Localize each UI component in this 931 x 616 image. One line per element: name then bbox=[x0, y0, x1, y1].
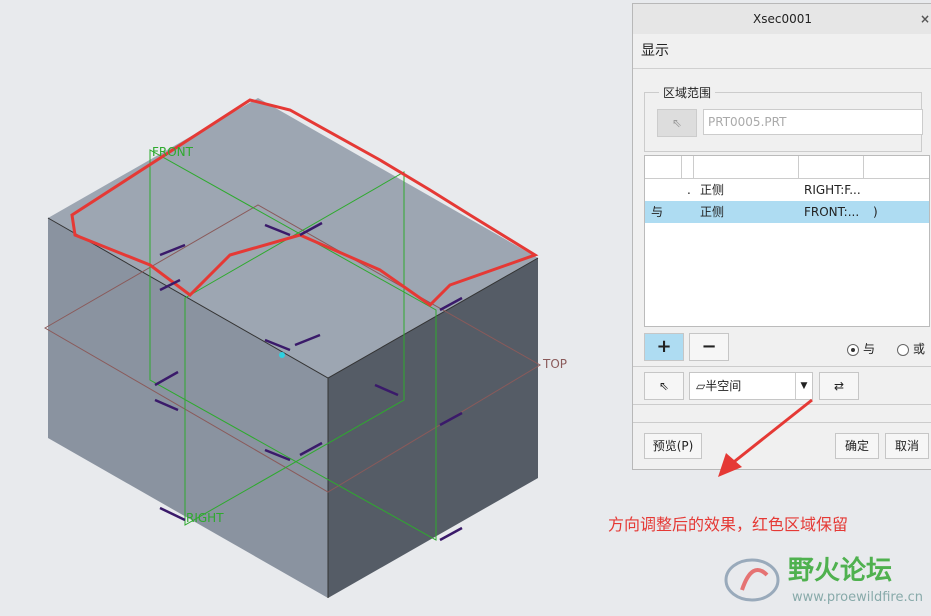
3d-viewport[interactable]: FRONT RIGHT TOP bbox=[0, 0, 632, 616]
radio-and-dot bbox=[847, 343, 859, 356]
cancel-button[interactable]: 取消 bbox=[885, 433, 929, 459]
top-label: TOP bbox=[542, 357, 567, 371]
watermark: 野火论坛 www.proewildfire.cn bbox=[722, 550, 923, 614]
watermark-name: 野火论坛 bbox=[788, 556, 893, 586]
watermark-logo-icon bbox=[724, 558, 780, 602]
remove-button[interactable]: − bbox=[689, 333, 729, 361]
watermark-url: www.proewildfire.cn bbox=[792, 590, 923, 605]
front-label: FRONT bbox=[152, 145, 194, 159]
row-op: 与 bbox=[651, 205, 664, 219]
ok-button[interactable]: 确定 bbox=[835, 433, 879, 459]
group-label: 区域范围 bbox=[659, 84, 716, 101]
constraint-table: . 正侧 RIGHT:F... 与 正侧 FRONT:...) bbox=[644, 155, 930, 327]
select-cursor-button[interactable]: ⇖ bbox=[657, 109, 697, 137]
half-space-icon: ▱ bbox=[696, 379, 706, 393]
row-side: 正侧 bbox=[700, 205, 725, 219]
right-label: RIGHT bbox=[186, 511, 224, 525]
radio-and-label: 与 bbox=[863, 342, 876, 356]
dialog-title: Xsec0001 bbox=[633, 4, 931, 34]
row-side: 正侧 bbox=[700, 183, 725, 197]
radio-or-dot bbox=[897, 343, 909, 356]
radio-or[interactable]: 或 bbox=[897, 340, 925, 357]
radio-or-label: 或 bbox=[913, 342, 926, 356]
row-ref: FRONT:... bbox=[804, 205, 860, 219]
row-extra: ) bbox=[873, 205, 878, 219]
table-header bbox=[645, 156, 929, 179]
close-icon[interactable]: × bbox=[920, 12, 930, 26]
add-button[interactable]: + bbox=[644, 333, 684, 361]
pick-button[interactable]: ⇖ bbox=[644, 372, 684, 400]
row-ref: RIGHT:F... bbox=[804, 183, 861, 197]
radio-and[interactable]: 与 bbox=[847, 340, 875, 357]
table-row[interactable]: 与 正侧 FRONT:...) bbox=[645, 201, 929, 223]
cursor-icon: ⇖ bbox=[658, 379, 670, 393]
flip-icon: ⇄ bbox=[833, 379, 845, 393]
type-value: 半空间 bbox=[705, 379, 742, 393]
reference-field[interactable]: PRT0005.PRT bbox=[703, 109, 923, 135]
section-display: 显示 bbox=[633, 34, 931, 69]
row-op: . bbox=[687, 183, 691, 197]
annotation-text: 方向调整后的效果，红色区域保留 bbox=[608, 515, 849, 534]
region-group: 区域范围 ⇖ PRT0005.PRT bbox=[644, 84, 923, 152]
flip-direction-button[interactable]: ⇄ bbox=[819, 372, 859, 400]
preview-button[interactable]: 预览(P) bbox=[644, 433, 702, 459]
table-row[interactable]: . 正侧 RIGHT:F... bbox=[645, 179, 929, 201]
csys-origin-icon bbox=[279, 352, 285, 358]
annotation-arrow bbox=[718, 398, 813, 477]
cursor-icon: ⇖ bbox=[671, 116, 683, 130]
